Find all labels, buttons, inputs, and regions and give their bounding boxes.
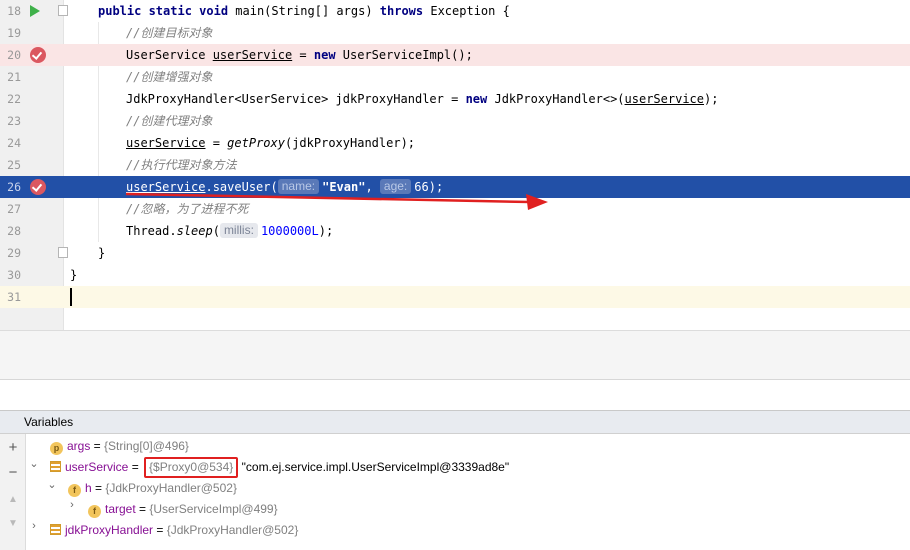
move-up-icon[interactable]: ▲ [5,492,21,508]
chevron-right-icon[interactable]: › [28,520,40,541]
code-line-27[interactable]: 27 //忽略，为了进程不死 [0,198,910,220]
code-text: Thread.sleep(millis: 1000000L); [126,223,334,238]
fold-icon[interactable] [58,247,68,258]
field-list-icon [50,461,61,472]
variables-panel-header[interactable]: Variables [0,410,910,434]
variable-name: args [67,439,91,453]
code-comment: //创建目标对象 [126,26,213,40]
debug-tool-strip [0,330,910,380]
code-line-19[interactable]: 19 //创建目标对象 [0,22,910,44]
line-number: 24 [7,136,21,150]
code-line-25[interactable]: 25 //执行代理对象方法 [0,154,910,176]
chevron-down-icon[interactable]: ⌄ [46,478,58,499]
field-icon: f [88,505,101,518]
add-watch-icon[interactable]: + [5,440,21,456]
field-icon: f [68,484,81,497]
line-number: 26 [7,180,21,194]
breakpoint-icon[interactable] [30,47,46,63]
code-text: userService = getProxy(jdkProxyHandler); [126,136,416,150]
code-line-20[interactable]: 20 UserService userService = new UserSer… [0,44,910,66]
code-line-18[interactable]: 18 public static void main(String[] args… [0,0,910,22]
empty-area [0,380,910,410]
line-number: 29 [7,246,21,260]
field-list-icon [50,524,61,535]
code-line-24[interactable]: 24 userService = getProxy(jdkProxyHandle… [0,132,910,154]
code-text: UserService userService = new UserServic… [126,48,473,62]
code-line-23[interactable]: 23 //创建代理对象 [0,110,910,132]
code-line-28[interactable]: 28 Thread.sleep(millis: 1000000L); [0,220,910,242]
parameter-hint: age: [379,179,412,194]
code-comment: //创建增强对象 [126,70,213,84]
variable-value: {String[0]@496} [104,439,189,453]
breakpoint-icon[interactable] [30,179,46,195]
parameter-hint: name: [277,179,320,194]
code-editor[interactable]: 18 public static void main(String[] args… [0,0,910,330]
code-text: public static void main(String[] args) t… [98,4,510,18]
code-line-26-execution-point[interactable]: 26 userService.saveUser(name: "Evan", age… [0,176,910,198]
code-line-22[interactable]: 22 JdkProxyHandler<UserService> jdkProxy… [0,88,910,110]
line-number: 23 [7,114,21,128]
code-line-21[interactable]: 21 //创建增强对象 [0,66,910,88]
line-number: 31 [7,290,21,304]
variable-value: {JdkProxyHandler@502} [105,481,237,495]
variables-toolbar: + − ▲ ▼ [0,434,26,550]
run-gutter-icon[interactable] [30,5,40,17]
parameter-hint: millis: [219,223,258,238]
variable-value: {UserServiceImpl@499} [149,502,278,516]
parameter-icon: p [50,442,63,455]
code-line-31-current[interactable]: 31 [0,286,910,308]
code-line-30[interactable]: 30 } [0,264,910,286]
code-comment: //忽略，为了进程不死 [126,202,249,216]
variable-row-jdkProxyHandler[interactable]: jdkProxyHandler = {JdkProxyHandler@502} [50,520,298,541]
code-comment: //创建代理对象 [126,114,213,128]
code-text: userService.saveUser(name: "Evan", age: 66… [126,179,444,194]
variable-name: h [85,481,92,495]
highlighted-proxy-value: {$Proxy0@534} [144,457,239,478]
code-text: } [98,246,106,260]
variable-name: target [105,502,136,516]
text-caret [70,288,72,306]
variable-row-userService[interactable]: userService = {$Proxy0@534} "com.ej.serv… [50,457,509,478]
variable-name: jdkProxyHandler [65,523,154,537]
variable-row-h[interactable]: fh = {JdkProxyHandler@502} [68,478,237,499]
line-number: 30 [7,268,21,282]
line-number: 18 [7,4,21,18]
variable-string-value: "com.ej.service.impl.UserServiceImpl@333… [238,460,510,474]
variables-tree[interactable]: p args = {String[0]@496} ⌄ userService = … [26,434,910,550]
remove-watch-icon[interactable]: − [5,465,21,481]
code-line-29[interactable]: 29 } [0,242,910,264]
code-text: } [70,268,78,282]
code-comment: //执行代理对象方法 [126,158,237,172]
variable-name: userService [65,460,129,474]
line-number: 21 [7,70,21,84]
code-text: JdkProxyHandler<UserService> jdkProxyHan… [126,92,719,106]
chevron-down-icon[interactable]: ⌄ [28,457,40,478]
variables-panel-title: Variables [24,415,74,429]
chevron-right-icon[interactable]: › [66,499,78,520]
line-number: 20 [7,48,21,62]
variable-value: {JdkProxyHandler@502} [166,523,299,537]
line-number: 25 [7,158,21,172]
line-number: 22 [7,92,21,106]
line-number: 27 [7,202,21,216]
variable-row-args[interactable]: p args = {String[0]@496} [50,436,189,457]
fold-icon[interactable] [58,5,68,16]
variable-row-target[interactable]: f target = {UserServiceImpl@499} [88,499,278,520]
move-down-icon[interactable]: ▼ [5,516,21,532]
line-number: 28 [7,224,21,238]
line-number: 19 [7,26,21,40]
